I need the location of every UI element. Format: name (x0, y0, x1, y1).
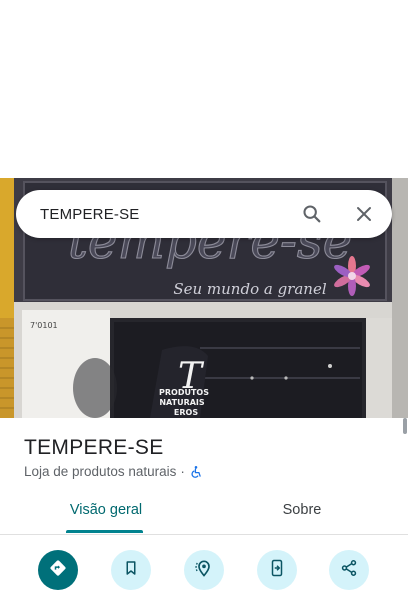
place-subtitle: Loja de produtos naturais · (24, 464, 203, 479)
flag-line3: EROS (174, 408, 198, 417)
send-to-phone-icon (268, 559, 286, 582)
wheelchair-icon (189, 465, 203, 479)
share-icon (340, 559, 358, 582)
save-button[interactable] (111, 550, 151, 590)
place-category: Loja de produtos naturais (24, 464, 177, 479)
house-number: 7'0101 (30, 321, 58, 330)
bookmark-icon (122, 559, 140, 582)
tab-bar: Visão geral Sobre (0, 498, 408, 534)
nearby-icon (194, 558, 214, 583)
directions-icon (48, 558, 68, 583)
tab-about-label: Sobre (282, 502, 322, 518)
nearby-button[interactable] (184, 550, 224, 590)
search-icon[interactable] (292, 194, 332, 234)
share-button[interactable] (329, 550, 369, 590)
directions-button[interactable] (38, 550, 78, 590)
flag-line1: PRODUTOS (159, 388, 209, 397)
active-tab-indicator (66, 530, 143, 533)
scrollbar[interactable] (403, 418, 407, 434)
map-blank-area (0, 0, 408, 178)
place-title: TEMPERE-SE (24, 436, 164, 459)
search-input[interactable]: TEMPERE-SE (16, 206, 292, 223)
separator-dot: · (180, 464, 185, 479)
tab-overview[interactable]: Visão geral (66, 498, 146, 534)
send-to-phone-button[interactable] (257, 550, 297, 590)
sign-slogan-text: Seu mundo a granel (173, 280, 326, 298)
divider (0, 534, 408, 535)
tab-overview-label: Visão geral (69, 502, 143, 518)
search-bar[interactable]: TEMPERE-SE (16, 190, 392, 238)
flag-line2: NATURAIS (159, 398, 205, 407)
tab-about[interactable]: Sobre (262, 498, 342, 534)
action-buttons (0, 548, 408, 592)
place-info-panel: TEMPERE-SE Loja de produtos naturais · V… (0, 418, 408, 596)
close-icon[interactable] (344, 194, 384, 234)
